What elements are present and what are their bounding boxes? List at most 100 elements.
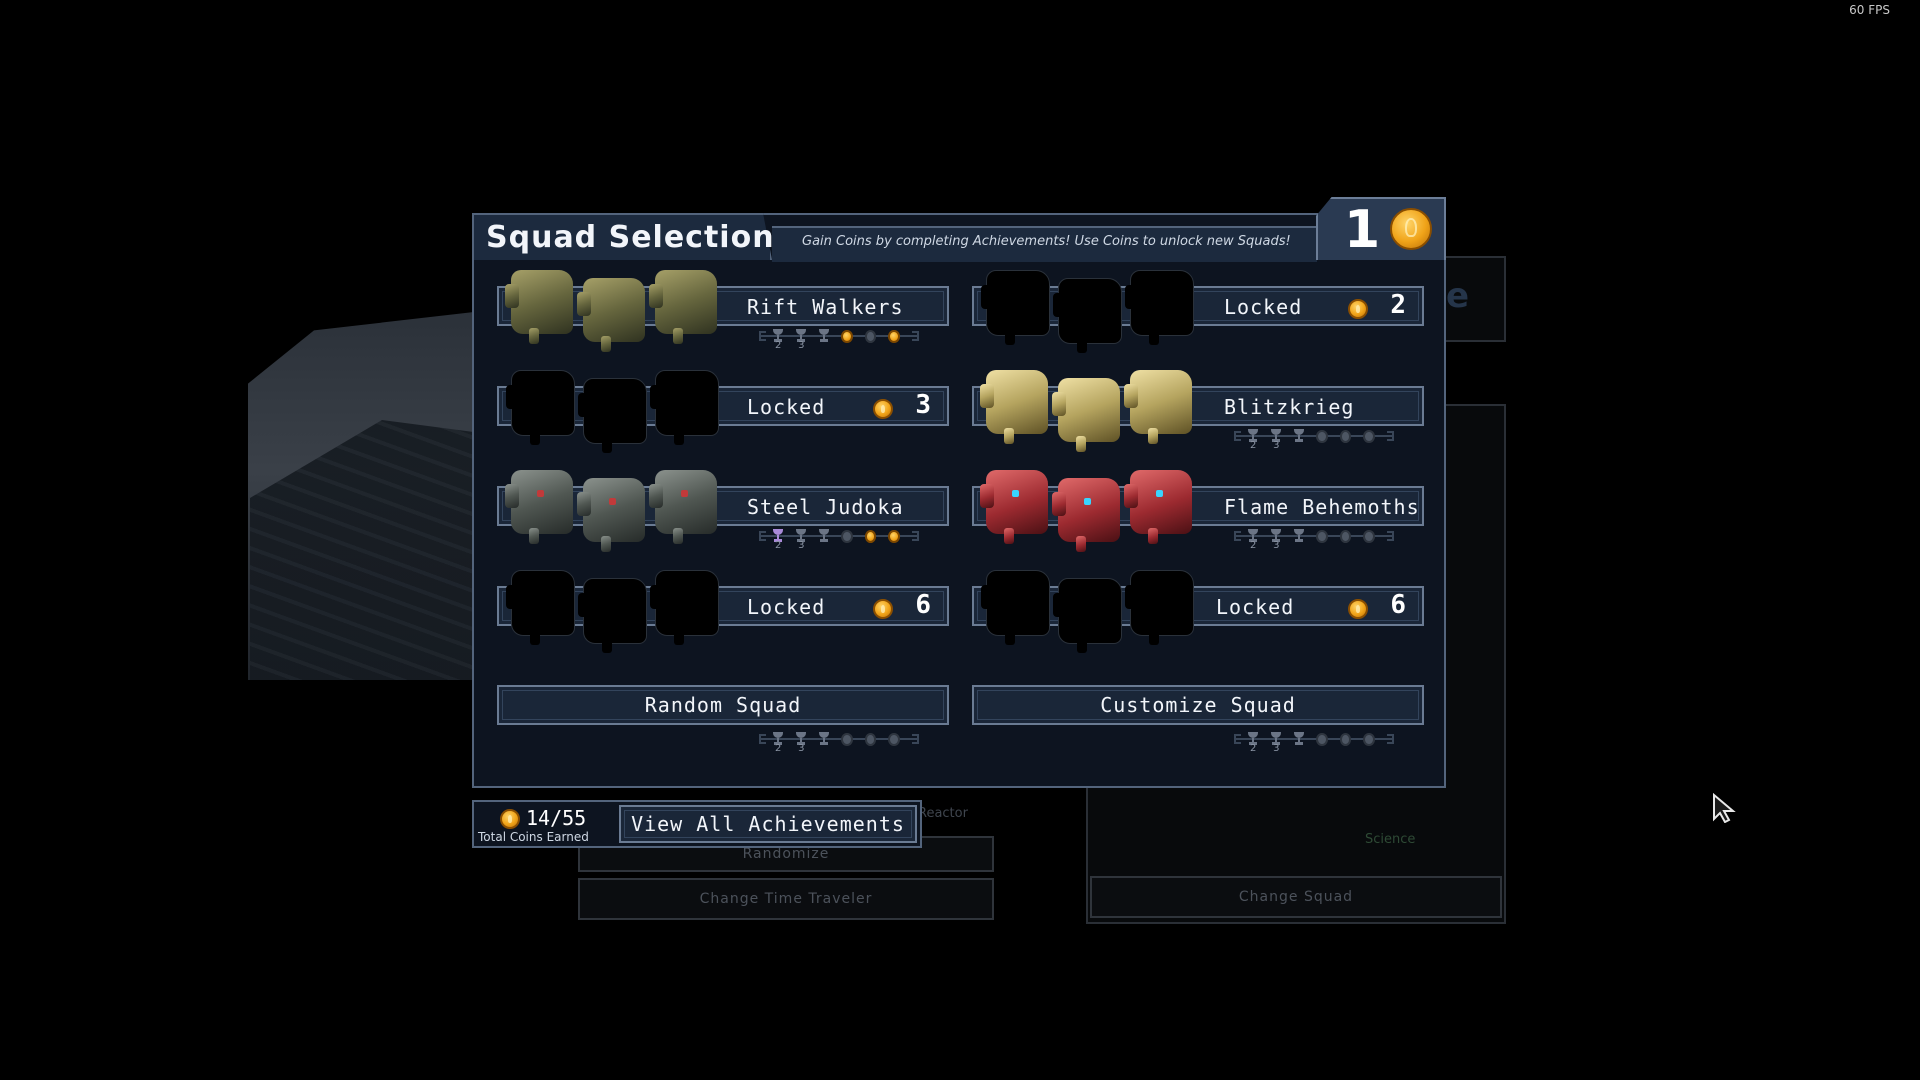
trophy-label: 3: [1273, 540, 1280, 551]
mech-eye: [1012, 490, 1019, 497]
mech-portrait-icon: [1125, 570, 1194, 645]
trophy-icon[interactable]: [1293, 732, 1305, 746]
squad-name: Blitzkrieg: [1224, 395, 1355, 419]
locked-squad-slot[interactable]: Locked 6: [972, 566, 1424, 686]
achievement-coin-icon[interactable]: [888, 732, 900, 746]
achievement-coin-icon[interactable]: [1363, 529, 1375, 543]
mech-eye: [1084, 498, 1091, 505]
panel-title: Squad Selection: [486, 220, 775, 255]
mech-eye: [537, 490, 544, 497]
achievement-coin-icon[interactable]: [864, 732, 877, 746]
mech-portrait-icon: [980, 470, 1048, 544]
squad-name: Rift Walkers: [747, 295, 904, 319]
squad-mech-portraits: [980, 366, 1216, 452]
achievement-coin-icon[interactable]: [1339, 529, 1352, 543]
total-coins-count: 14/55: [526, 806, 587, 830]
trophy-icon[interactable]: 2: [772, 732, 784, 754]
trophy-icon[interactable]: [818, 732, 830, 746]
achievement-coin-icon[interactable]: [888, 529, 900, 543]
background-reactor-label: Reactor: [918, 806, 968, 821]
squad-name: Locked: [1216, 595, 1295, 619]
trophy-icon[interactable]: 2: [1247, 529, 1259, 551]
customize-squad-button[interactable]: Customize Squad: [972, 685, 1424, 725]
achievement-coin-icon[interactable]: [1339, 732, 1352, 746]
achievement-coin-icon[interactable]: [1316, 529, 1328, 543]
mech-portrait-icon: [649, 270, 717, 344]
achievement-coin-icon[interactable]: [1339, 429, 1352, 443]
achievement-track-start: [1234, 531, 1242, 541]
squad-name: Steel Judoka: [747, 495, 904, 519]
achievement-coin-icon[interactable]: [841, 732, 853, 746]
trophy-icon[interactable]: 3: [795, 329, 807, 351]
view-all-achievements-button[interactable]: View All Achievements: [619, 805, 917, 843]
trophy-label: 3: [1273, 743, 1280, 754]
achievement-coin-icon[interactable]: [888, 329, 900, 343]
mech-portrait-icon: [1125, 270, 1194, 345]
background-science-label: Science: [1365, 832, 1416, 847]
squad-name: Flame Behemoths: [1224, 495, 1420, 519]
trophy-icon[interactable]: 3: [1270, 732, 1282, 754]
change-time-traveler-button[interactable]: Change Time Traveler: [578, 878, 994, 920]
mech-portrait-icon: [650, 570, 719, 645]
achievement-track-start: [759, 531, 767, 541]
trophy-icon[interactable]: 3: [1270, 429, 1282, 451]
trophy-icon[interactable]: 2: [772, 329, 784, 351]
mech-portrait-icon: [505, 270, 573, 344]
squad-mech-portraits: [980, 466, 1216, 552]
achievement-track: 23: [759, 528, 920, 551]
mech-portrait-icon: [577, 278, 645, 352]
trophy-icon[interactable]: 3: [795, 529, 807, 551]
mech-portrait-icon: [1124, 370, 1192, 444]
trophy-label: 2: [1250, 743, 1257, 754]
achievement-track: 23: [759, 731, 920, 754]
footer-coin-icon: [500, 809, 520, 829]
trophy-label: 3: [798, 340, 805, 351]
achievement-coin-icon[interactable]: [1316, 429, 1328, 443]
squad-mech-portraits: [506, 366, 741, 453]
achievement-coin-icon[interactable]: [1316, 732, 1328, 746]
trophy-icon[interactable]: 2: [772, 529, 784, 551]
squad-mech-portraits: [506, 566, 741, 653]
trophy-label: 3: [798, 743, 805, 754]
squad-name: Locked: [747, 395, 826, 419]
mech-portrait-icon: [506, 370, 575, 445]
achievement-track-end: [911, 331, 920, 341]
mech-portrait-icon: [578, 578, 647, 653]
achievement-track: 23: [1234, 428, 1395, 451]
mech-portrait-icon: [506, 570, 575, 645]
change-squad-button[interactable]: Change Squad: [1090, 876, 1502, 918]
fps-counter: 60 FPS: [1849, 3, 1890, 17]
mech-portrait-icon: [650, 370, 719, 445]
total-coins-label: Total Coins Earned: [478, 830, 589, 844]
trophy-icon[interactable]: 3: [1270, 529, 1282, 551]
achievement-track-start: [759, 331, 767, 341]
background-glyph: e: [1446, 276, 1470, 316]
squad-mech-portraits: [981, 266, 1216, 353]
mech-portrait-icon: [981, 570, 1050, 645]
achievement-coin-icon[interactable]: [1363, 429, 1375, 443]
squad-price: 3: [915, 390, 931, 420]
achievement-coin-icon[interactable]: [1363, 732, 1375, 746]
achievement-track-end: [1386, 431, 1395, 441]
trophy-label: 2: [1250, 440, 1257, 451]
locked-squad-slot[interactable]: Locked 6: [497, 566, 949, 686]
achievement-coin-icon[interactable]: [841, 329, 853, 343]
mech-portrait-icon: [980, 370, 1048, 444]
achievement-track: 23: [1234, 528, 1395, 551]
panel-info-text: Gain Coins by completing Achievements! U…: [802, 234, 1291, 249]
achievement-track-end: [911, 734, 920, 744]
achievement-coin-icon[interactable]: [864, 329, 877, 343]
mech-eye: [681, 490, 688, 497]
trophy-icon[interactable]: [1293, 529, 1305, 543]
trophy-icon[interactable]: 2: [1247, 429, 1259, 451]
trophy-icon[interactable]: [818, 529, 830, 543]
random-squad-button[interactable]: Random Squad: [497, 685, 949, 725]
trophy-icon[interactable]: 3: [795, 732, 807, 754]
mech-portrait-icon: [1053, 278, 1122, 353]
achievement-coin-icon[interactable]: [841, 529, 853, 543]
achievement-coin-icon[interactable]: [864, 529, 877, 543]
trophy-icon[interactable]: [818, 329, 830, 343]
trophy-icon[interactable]: 2: [1247, 732, 1259, 754]
mech-portrait-icon: [981, 270, 1050, 345]
trophy-icon[interactable]: [1293, 429, 1305, 443]
